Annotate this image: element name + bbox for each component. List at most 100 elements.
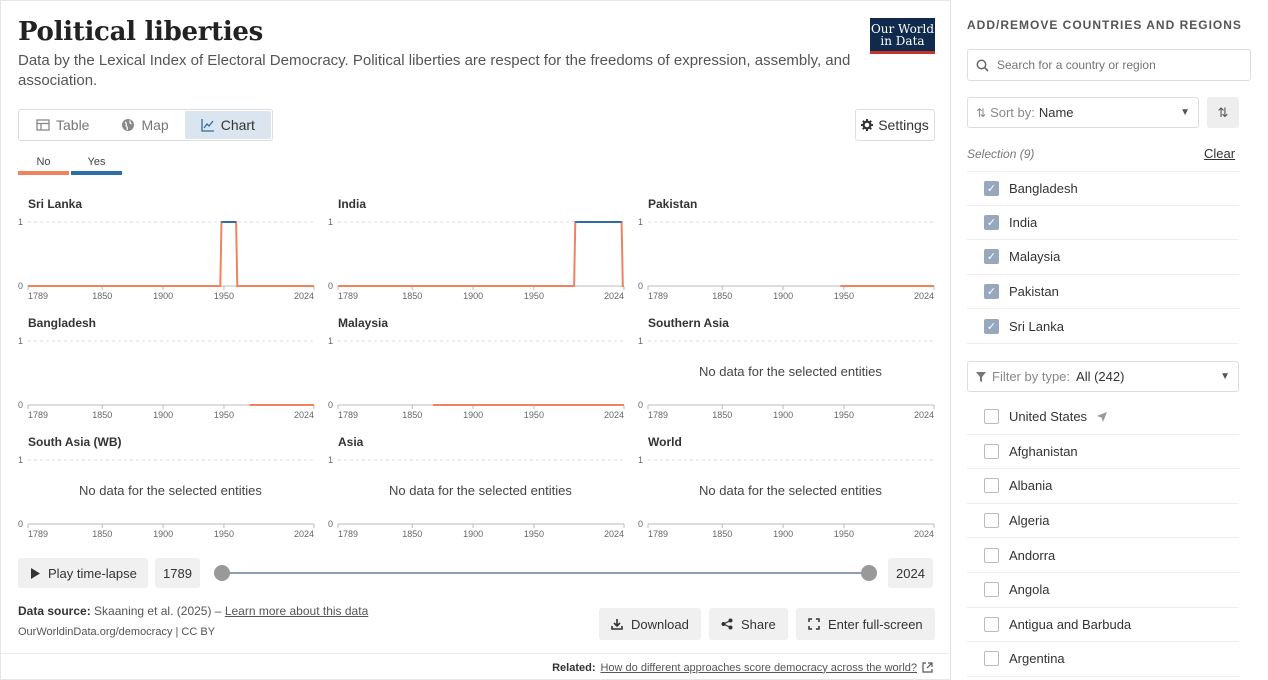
related-link[interactable]: How do different approaches score democr… bbox=[600, 662, 917, 674]
checkbox-checked-icon[interactable]: ✓ bbox=[984, 180, 999, 196]
clear-selection-button[interactable]: Clear bbox=[1204, 146, 1235, 161]
available-entity-item[interactable]: Antigua and Barbuda bbox=[967, 608, 1239, 643]
x-tick-label: 1900 bbox=[153, 410, 173, 420]
x-tick-label: 2024 bbox=[294, 410, 314, 420]
play-timelapse-button[interactable]: Play time-lapse bbox=[18, 558, 148, 588]
selected-entity-item[interactable]: ✓ Pakistan bbox=[967, 275, 1239, 310]
legend-item-no[interactable]: No bbox=[18, 156, 69, 175]
selected-entity-item[interactable]: ✓ Sri Lanka bbox=[967, 309, 1239, 344]
settings-button[interactable]: Settings bbox=[855, 109, 935, 141]
checkbox-icon[interactable] bbox=[984, 409, 999, 425]
y-tick-label: 0 bbox=[638, 519, 643, 529]
timeline-end-handle[interactable] bbox=[861, 565, 877, 581]
download-icon bbox=[611, 619, 623, 630]
sort-order-button[interactable]: ⇅ bbox=[1207, 97, 1239, 128]
selected-entity-item[interactable]: ✓ Bangladesh bbox=[967, 171, 1239, 206]
available-entity-item[interactable]: Andorra bbox=[967, 538, 1239, 573]
x-tick-label: 1950 bbox=[834, 410, 854, 420]
x-tick-label: 1900 bbox=[463, 529, 483, 539]
legend-item-yes[interactable]: Yes bbox=[71, 156, 122, 175]
page-title: Political liberties bbox=[18, 17, 263, 47]
data-source: Data source: Skaaning et al. (2025) – Le… bbox=[18, 604, 368, 618]
available-entity-item[interactable]: Algeria bbox=[967, 504, 1239, 539]
tab-table[interactable]: Table bbox=[20, 111, 105, 139]
selected-entity-item[interactable]: ✓ Malaysia bbox=[967, 240, 1239, 275]
sort-dropdown[interactable]: ⇅ Sort by: Name ▼ bbox=[967, 97, 1199, 128]
series-line-no[interactable] bbox=[28, 221, 314, 287]
x-tick-label: 1850 bbox=[712, 529, 732, 539]
gear-icon bbox=[861, 119, 874, 131]
y-tick-label: 0 bbox=[328, 400, 333, 410]
facet-plot: 1 0 1789 1850 1900 1950 2024 bbox=[18, 336, 315, 420]
y-tick-label: 0 bbox=[18, 519, 23, 529]
x-tick-label: 1900 bbox=[773, 291, 793, 301]
facet-chart: Malaysia 1 0 1789 1850 1900 1950 2024 bbox=[328, 316, 625, 426]
source-url[interactable]: OurWorldinData.org/democracy | CC BY bbox=[18, 626, 215, 638]
available-entity-item[interactable]: Albania bbox=[967, 469, 1239, 504]
learn-more-link[interactable]: Learn more about this data bbox=[225, 604, 368, 618]
play-label: Play time-lapse bbox=[48, 565, 137, 581]
checkbox-icon[interactable] bbox=[984, 582, 999, 598]
entity-label: Argentina bbox=[1009, 651, 1065, 667]
sidebar-header: ADD/REMOVE COUNTRIES AND REGIONS bbox=[967, 18, 1242, 32]
owid-logo[interactable]: Our World in Data bbox=[870, 18, 935, 54]
source-label: Data source: bbox=[18, 604, 91, 618]
legend-label-yes: Yes bbox=[87, 156, 106, 168]
checkbox-icon[interactable] bbox=[984, 478, 999, 494]
available-entity-item[interactable]: Afghanistan bbox=[967, 435, 1239, 470]
y-tick-label: 0 bbox=[638, 400, 643, 410]
checkbox-checked-icon[interactable]: ✓ bbox=[984, 284, 999, 300]
x-tick-label: 1789 bbox=[338, 291, 358, 301]
checkbox-icon[interactable] bbox=[984, 616, 999, 632]
search-input[interactable] bbox=[997, 58, 1237, 72]
checkbox-checked-icon[interactable]: ✓ bbox=[984, 249, 999, 265]
end-year[interactable]: 2024 bbox=[888, 558, 933, 588]
no-data-message: No data for the selected entities bbox=[389, 483, 572, 498]
fullscreen-label: Enter full-screen bbox=[828, 616, 923, 632]
x-tick-label: 1950 bbox=[834, 291, 854, 301]
timeline-start-handle[interactable] bbox=[214, 565, 230, 581]
no-data-message: No data for the selected entities bbox=[699, 364, 882, 379]
entity-label: United States bbox=[1009, 409, 1088, 425]
x-tick-label: 1850 bbox=[402, 291, 422, 301]
available-entity-item[interactable]: United States bbox=[967, 400, 1239, 435]
selected-entity-item[interactable]: ✓ India bbox=[967, 206, 1239, 241]
checkbox-icon[interactable] bbox=[984, 547, 999, 563]
x-tick-label: 1850 bbox=[92, 410, 112, 420]
share-icon bbox=[721, 618, 733, 630]
logo-line-2: in Data bbox=[880, 34, 925, 48]
checkbox-icon[interactable] bbox=[984, 443, 999, 459]
x-tick-label: 1950 bbox=[214, 529, 234, 539]
facet-chart: Asia 1 0 1789 1850 1900 1950 2024 No data for th… bbox=[328, 435, 625, 545]
series-line-no[interactable] bbox=[338, 221, 624, 287]
expand-icon bbox=[808, 618, 820, 630]
line-chart-icon bbox=[201, 119, 214, 132]
checkbox-checked-icon[interactable]: ✓ bbox=[984, 318, 999, 334]
start-year[interactable]: 1789 bbox=[155, 558, 200, 588]
x-tick-label: 1900 bbox=[463, 410, 483, 420]
related-bar: Related: How do different approaches sco… bbox=[1, 653, 949, 680]
filter-dropdown[interactable]: Filter by type: All (242) ▼ bbox=[967, 361, 1239, 392]
available-entity-item[interactable]: Angola bbox=[967, 573, 1239, 608]
checkbox-checked-icon[interactable]: ✓ bbox=[984, 214, 999, 230]
share-button[interactable]: Share bbox=[709, 608, 788, 640]
source-text: Skaaning et al. (2025) – bbox=[94, 604, 222, 618]
fullscreen-button[interactable]: Enter full-screen bbox=[796, 608, 935, 640]
y-tick-label: 1 bbox=[328, 455, 333, 465]
chart-panel: Political liberties Data by the Lexical … bbox=[0, 0, 950, 680]
tab-chart[interactable]: Chart bbox=[184, 111, 271, 139]
play-icon bbox=[31, 567, 40, 579]
x-tick-label: 1950 bbox=[524, 291, 544, 301]
facet-plot: 1 0 1789 1850 1900 1950 2024 bbox=[18, 217, 315, 301]
country-search[interactable] bbox=[967, 49, 1251, 81]
sort-order-icon: ⇅ bbox=[1217, 104, 1229, 120]
selected-entities-list: ✓ Bangladesh ✓ India ✓ Malaysia ✓ Pakistan ✓ Sri … bbox=[967, 171, 1239, 344]
checkbox-icon[interactable] bbox=[984, 651, 999, 667]
download-button[interactable]: Download bbox=[599, 608, 701, 640]
tab-map[interactable]: Map bbox=[105, 111, 184, 139]
timeline-slider-track[interactable] bbox=[221, 572, 869, 574]
available-entity-item[interactable]: Argentina bbox=[967, 642, 1239, 677]
facet-chart: South Asia (WB) 1 0 1789 1850 1900 1950 2024 No … bbox=[18, 435, 315, 545]
x-tick-label: 2024 bbox=[294, 529, 314, 539]
checkbox-icon[interactable] bbox=[984, 513, 999, 529]
